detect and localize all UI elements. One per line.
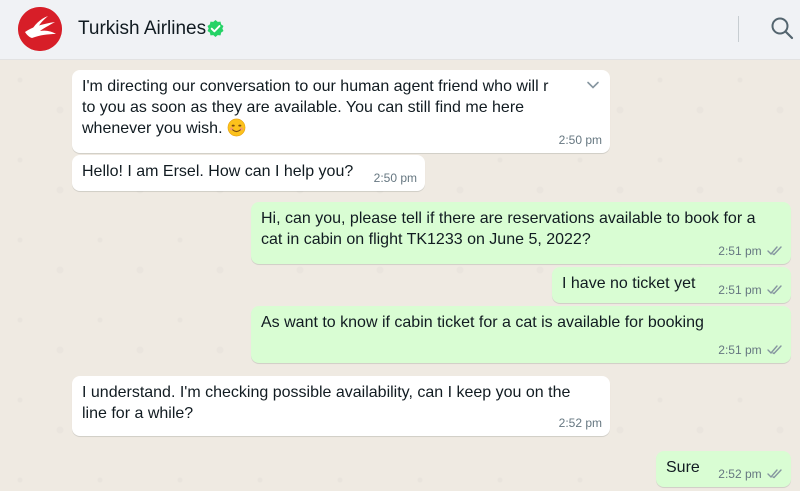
turkish-airlines-logo-avatar[interactable] [18,7,62,51]
header-divider [738,16,739,42]
message-text: I understand. I'm checking possible avai… [82,384,571,422]
double-check-icon [767,469,782,479]
chevron-down-icon[interactable] [586,80,600,90]
message-meta: 2:51 pm [718,343,783,358]
message-time: 2:51 pm [718,283,762,297]
message-text: Hello! I am Ersel. How can I help you? [82,163,354,180]
verified-badge-icon [207,19,224,38]
message-text: Sure [666,459,700,476]
message-time: 2:50 pm [373,171,417,185]
double-check-icon [767,345,782,355]
message-text: I'm directing our conversation to our hu… [82,78,549,137]
bird-logo-icon [18,7,62,51]
message-outgoing[interactable]: Sure 2:52 pm [656,451,791,487]
message-text: Hi, can you, please tell if there are re… [261,210,756,248]
message-text: As want to know if cabin ticket for a ca… [261,314,704,331]
double-check-icon [767,246,782,256]
message-time: 2:51 pm [718,343,762,357]
message-text: I have no ticket yet [562,275,696,292]
contact-name[interactable]: Turkish Airlines [78,17,206,41]
message-time: 2:51 pm [718,244,762,258]
message-time: 2:50 pm [558,133,602,147]
message-outgoing[interactable]: As want to know if cabin ticket for a ca… [251,306,791,363]
chat-header: Turkish Airlines [0,0,800,60]
smiling-face-emoji [227,118,246,137]
message-time: 2:52 pm [718,467,762,481]
chat-area[interactable]: I'm directing our conversation to our hu… [0,60,800,491]
message-meta: 2:52 pm [718,467,783,482]
message-incoming[interactable]: Hello! I am Ersel. How can I help you? 2… [72,155,425,191]
message-meta: 2:51 pm [718,283,783,298]
double-check-icon [767,285,782,295]
message-incoming[interactable]: I'm directing our conversation to our hu… [72,70,610,153]
message-time: 2:52 pm [558,416,602,430]
message-meta: 2:51 pm [718,244,783,259]
search-icon[interactable] [768,14,796,42]
message-outgoing[interactable]: Hi, can you, please tell if there are re… [251,202,791,264]
message-outgoing[interactable]: I have no ticket yet 2:51 pm [552,267,791,303]
message-incoming[interactable]: I understand. I'm checking possible avai… [72,376,610,436]
